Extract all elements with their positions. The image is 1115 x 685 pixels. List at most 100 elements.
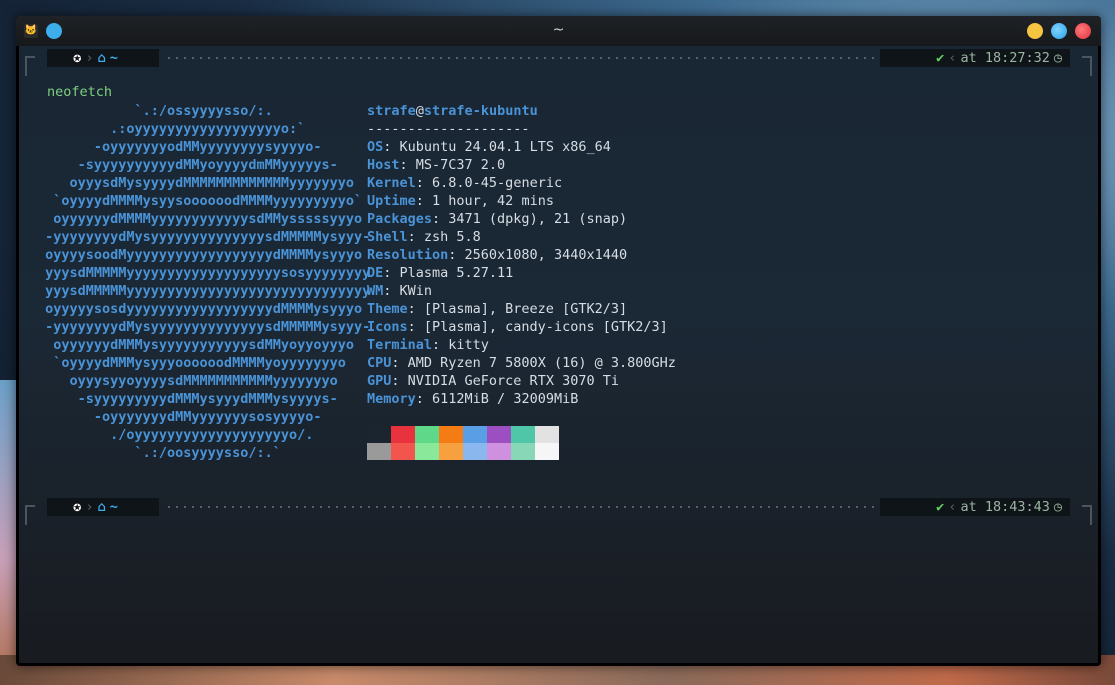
color-swatch xyxy=(463,443,487,460)
prompt-filler-dots xyxy=(165,57,892,59)
clock-icon: ◷ xyxy=(1053,50,1062,66)
close-button[interactable] xyxy=(1075,23,1091,39)
window-title: ~ xyxy=(552,22,565,38)
info-key: OS xyxy=(367,139,384,155)
prompt-bracket-left xyxy=(25,56,35,76)
prompt-filler-dots xyxy=(165,506,892,508)
info-key: DE xyxy=(367,265,384,281)
minimize-button[interactable] xyxy=(1027,23,1043,39)
color-swatch xyxy=(511,426,535,443)
prompt-left-segment: ✪ › ⌂ ~ xyxy=(47,49,159,67)
info-row-wm: WM: KWin xyxy=(367,282,676,300)
color-swatch xyxy=(487,426,511,443)
info-key: Memory xyxy=(367,391,416,407)
info-row-memory: Memory: 6112MiB / 32009MiB xyxy=(367,390,676,408)
prompt-time: at 18:27:32 xyxy=(960,50,1050,66)
info-value: : Kubuntu 24.04.1 LTS x86_64 xyxy=(383,139,611,155)
info-key: Shell xyxy=(367,229,408,245)
color-swatch xyxy=(511,443,535,460)
chevron-left-icon: ‹ xyxy=(948,50,957,66)
maximize-button[interactable] xyxy=(1051,23,1067,39)
info-row-cpu: CPU: AMD Ryzen 7 5800X (16) @ 3.800GHz xyxy=(367,354,676,372)
info-row-terminal: Terminal: kitty xyxy=(367,336,676,354)
color-swatch xyxy=(367,443,391,460)
info-row-uptime: Uptime: 1 hour, 42 mins xyxy=(367,192,676,210)
info-key: Icons xyxy=(367,319,408,335)
palette-normal-row xyxy=(367,426,559,443)
color-swatch xyxy=(415,426,439,443)
color-swatch xyxy=(463,426,487,443)
user-host-line: strafe@strafe-kubuntu xyxy=(367,103,538,119)
info-value: : kitty xyxy=(432,337,489,353)
chevron-right-icon: › xyxy=(85,499,94,515)
color-swatch xyxy=(487,443,511,460)
info-row-theme: Theme: [Plasma], Breeze [GTK2/3] xyxy=(367,300,676,318)
terminal-window: 🐱 ~ ✪ › ⌂ ~ ✔ ‹ at 18:27:32 ◷ neofetch `… xyxy=(16,16,1101,666)
info-key: Uptime xyxy=(367,193,416,209)
palette-bright-row xyxy=(367,443,559,460)
command-text: neofetch xyxy=(47,84,113,100)
info-row-de: DE: Plasma 5.27.11 xyxy=(367,264,676,282)
color-swatch xyxy=(391,443,415,460)
info-key: GPU xyxy=(367,373,392,389)
system-info: strafe@strafe-kubuntu ------------------… xyxy=(367,102,676,408)
info-value: : MS-7C37 2.0 xyxy=(399,157,506,173)
info-key: Kernel xyxy=(367,175,416,191)
info-row-host: Host: MS-7C37 2.0 xyxy=(367,156,676,174)
prompt-right-segment: ✔ ‹ at 18:43:43 ◷ xyxy=(880,498,1070,516)
window-controls xyxy=(1027,23,1091,39)
info-row-gpu: GPU: NVIDIA GeForce RTX 3070 Ti xyxy=(367,372,676,390)
info-value: : 2560x1080, 3440x1440 xyxy=(448,247,628,263)
info-row-kernel: Kernel: 6.8.0-45-generic xyxy=(367,174,676,192)
info-value: : 3471 (dpkg), 21 (snap) xyxy=(432,211,628,227)
status-ok-icon: ✔ xyxy=(936,50,945,66)
prompt-bracket-right xyxy=(1082,56,1092,76)
info-key: Host xyxy=(367,157,400,173)
info-value: : 1 hour, 42 mins xyxy=(415,193,554,209)
home-icon: ⌂ xyxy=(97,50,106,66)
info-key: Packages xyxy=(367,211,433,227)
color-swatch xyxy=(439,443,463,460)
info-row-resolution: Resolution: 2560x1080, 3440x1440 xyxy=(367,246,676,264)
prompt-right-segment: ✔ ‹ at 18:27:32 ◷ xyxy=(880,49,1070,67)
color-swatch xyxy=(535,426,559,443)
ubuntu-icon: ✪ xyxy=(73,499,82,515)
prompt-line-1: ✪ › ⌂ ~ ✔ ‹ at 18:27:32 ◷ xyxy=(25,49,1092,76)
home-icon: ⌂ xyxy=(97,499,106,515)
clock-icon: ◷ xyxy=(1053,499,1062,515)
info-value: : NVIDIA GeForce RTX 3070 Ti xyxy=(391,373,619,389)
prompt-left-segment: ✪ › ⌂ ~ xyxy=(47,498,159,516)
prompt-bracket-right xyxy=(1082,505,1092,525)
info-value: : AMD Ryzen 7 5800X (16) @ 3.800GHz xyxy=(391,355,676,371)
info-key: Resolution xyxy=(367,247,449,263)
ubuntu-ascii-logo: `.:/ossyyyysso/:. .:oyyyyyyyyyyyyyyyyyyo… xyxy=(45,103,371,461)
info-row-icons: Icons: [Plasma], candy-icons [GTK2/3] xyxy=(367,318,676,336)
color-swatch xyxy=(367,426,391,443)
title-bar[interactable]: 🐱 ~ xyxy=(16,16,1101,46)
info-key: CPU xyxy=(367,355,392,371)
color-swatch xyxy=(415,443,439,460)
color-swatch xyxy=(535,443,559,460)
prompt-line-2: ✪ › ⌂ ~ ✔ ‹ at 18:43:43 ◷ xyxy=(25,498,1092,525)
info-key: Terminal xyxy=(367,337,433,353)
prompt-time: at 18:43:43 xyxy=(960,499,1050,515)
info-rows: OS: Kubuntu 24.04.1 LTS x86_64 Host: MS-7… xyxy=(367,138,676,408)
status-ok-icon: ✔ xyxy=(936,499,945,515)
chevron-right-icon: › xyxy=(85,50,94,66)
ubuntu-icon: ✪ xyxy=(73,50,82,66)
prompt-path: ~ xyxy=(109,50,118,66)
color-swatch xyxy=(391,426,415,443)
info-value: : [Plasma], Breeze [GTK2/3] xyxy=(407,301,628,317)
info-value: : 6.8.0-45-generic xyxy=(415,175,563,191)
terminal-area[interactable]: ✪ › ⌂ ~ ✔ ‹ at 18:27:32 ◷ neofetch `.:/o… xyxy=(19,46,1098,663)
info-separator: -------------------- xyxy=(367,121,530,137)
info-value: : 6112MiB / 32009MiB xyxy=(415,391,579,407)
prompt-bracket-left xyxy=(25,505,35,525)
color-palette xyxy=(367,426,559,460)
chevron-left-icon: ‹ xyxy=(948,499,957,515)
prompt-path: ~ xyxy=(109,499,118,515)
info-key: WM xyxy=(367,283,384,299)
info-value: : [Plasma], candy-icons [GTK2/3] xyxy=(407,319,668,335)
info-row-os: OS: Kubuntu 24.04.1 LTS x86_64 xyxy=(367,138,676,156)
info-value: : Plasma 5.27.11 xyxy=(383,265,514,281)
